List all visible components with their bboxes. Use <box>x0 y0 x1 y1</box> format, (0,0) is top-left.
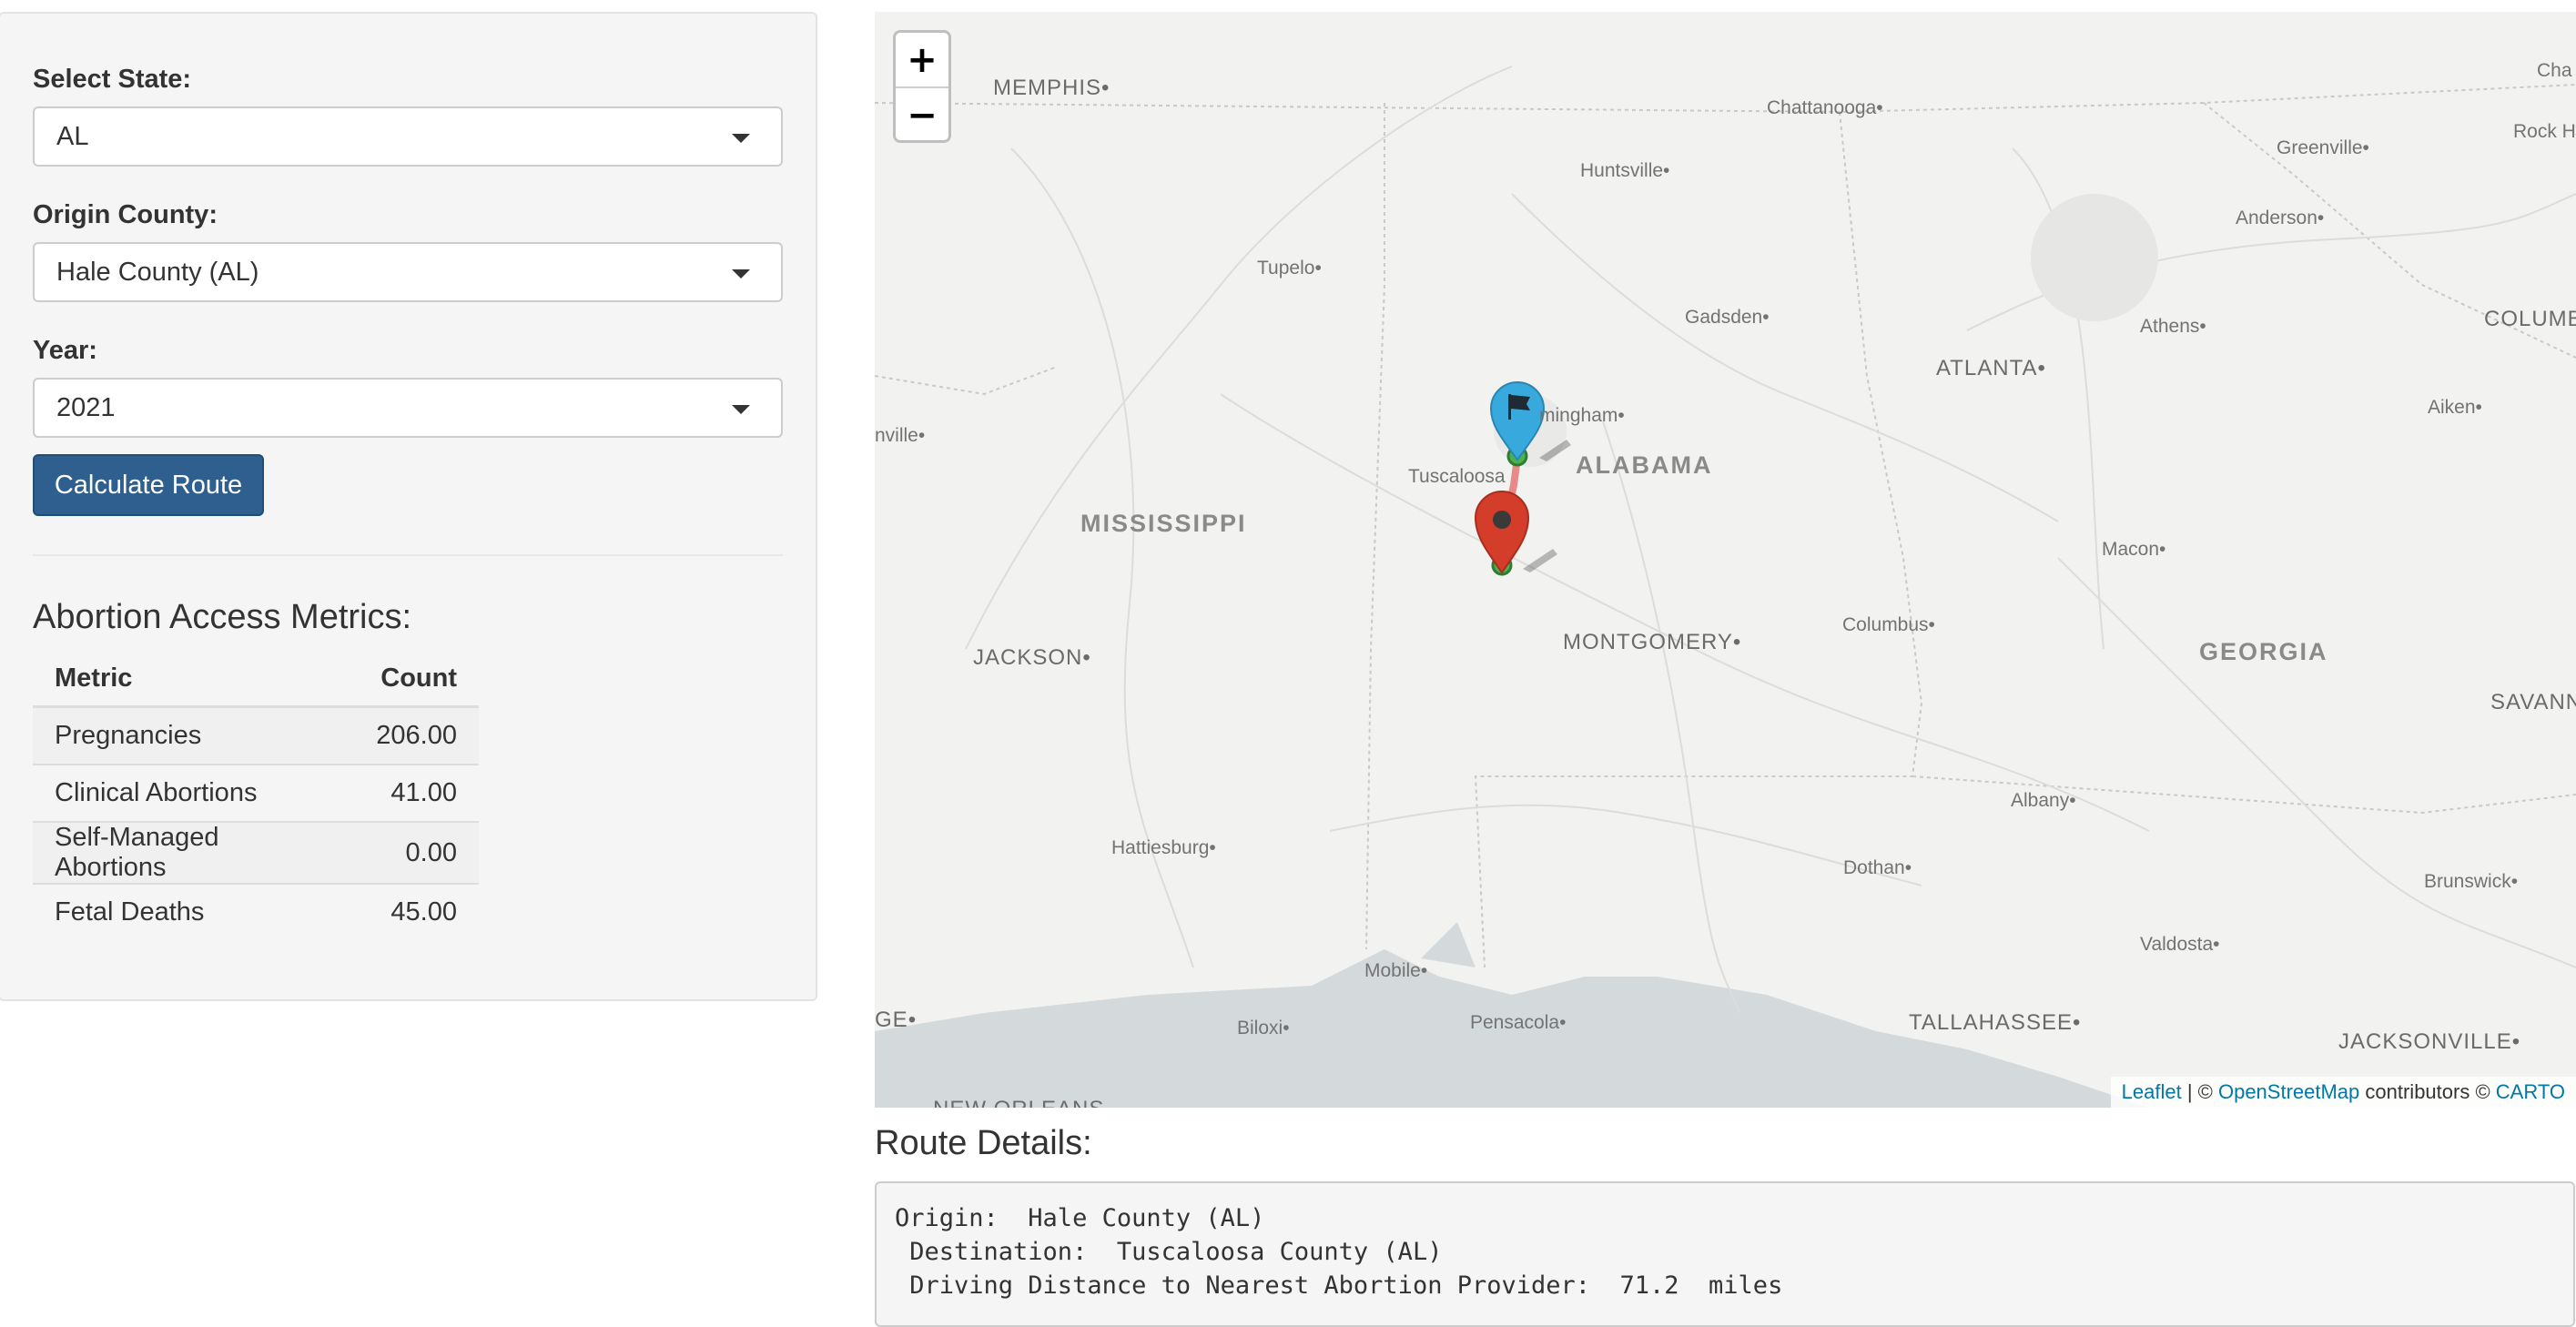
leaflet-link[interactable]: Leaflet <box>2122 1080 2182 1104</box>
metric-name: Self-Managed Abortions <box>33 821 355 884</box>
chevron-down-icon <box>732 269 750 279</box>
map-label-alabama: ALABAMA <box>1576 451 1713 479</box>
map-label-charlotte: Cha <box>2537 60 2572 81</box>
map-label-brunswick: Brunswick <box>2424 871 2518 893</box>
chevron-down-icon <box>732 405 750 414</box>
map-label-aiken: Aiken <box>2428 397 2482 419</box>
metric-count: 45.00 <box>354 883 479 940</box>
map-label-huntsville: Huntsville <box>1580 160 1669 182</box>
metrics-title: Abortion Access Metrics: <box>33 598 412 636</box>
map-label-greenville: Greenville <box>2277 137 2369 159</box>
map-label-macon: Macon <box>2102 539 2165 561</box>
metrics-header-metric: Metric <box>33 651 355 708</box>
route-destination-line: Destination: Tuscaloosa County (AL) <box>895 1238 1443 1266</box>
attribution-sep: | © <box>2181 1080 2218 1103</box>
year-select[interactable]: 2021 <box>33 378 783 438</box>
map-label-tupelo: Tupelo <box>1257 258 1322 279</box>
map-label-rock-hill: Rock H <box>2513 121 2576 142</box>
table-row: Pregnancies 206.00 <box>33 705 479 765</box>
map-label-tallahassee: TALLAHASSEE <box>1909 1010 2081 1036</box>
mobile-bay <box>1421 922 1476 967</box>
map-label-chattanooga: Chattanooga <box>1767 97 1883 119</box>
zoom-control: + − <box>893 30 951 143</box>
state-label: Select State: <box>33 65 192 94</box>
map-label-biloxi: Biloxi <box>1237 1018 1290 1039</box>
map-label-montgomery: MONTGOMERY <box>1563 630 1741 655</box>
county-select[interactable]: Hale County (AL) <box>33 242 783 302</box>
metrics-table: Metric Count Pregnancies 206.00 Clinical… <box>33 651 479 940</box>
metric-name: Pregnancies <box>33 705 355 765</box>
map-label-birmingham: mingham <box>1539 405 1625 427</box>
table-row: Fetal Deaths 45.00 <box>33 883 479 940</box>
map-label-gadsden: Gadsden <box>1685 307 1770 329</box>
metric-count: 41.00 <box>354 764 479 822</box>
zoom-in-button[interactable]: + <box>896 33 948 88</box>
map-tiles <box>875 66 2576 1108</box>
atlanta-area <box>2031 194 2158 321</box>
metric-count: 0.00 <box>354 821 479 884</box>
map-label-columbus: Columbus <box>1842 614 1935 636</box>
map-label-jacksonville: JACKSONVILLE <box>2338 1029 2520 1055</box>
carto-link[interactable]: CARTO <box>2496 1080 2565 1104</box>
map-label-valdosta: Valdosta <box>2140 934 2220 956</box>
map-label-nville: nville <box>875 425 925 447</box>
map-label-hattiesburg: Hattiesburg <box>1111 837 1216 859</box>
chevron-down-icon <box>732 134 750 143</box>
map-label-savannah: SAVANNAH <box>2490 690 2576 714</box>
route-details-output: Origin: Hale County (AL) Destination: Tu… <box>875 1181 2575 1327</box>
zoom-out-button[interactable]: − <box>896 88 948 142</box>
map-label-pensacola: Pensacola <box>1470 1012 1566 1034</box>
map-label-columbia: COLUMB <box>2484 307 2576 331</box>
map-label-albany: Albany <box>2011 790 2076 812</box>
year-label: Year: <box>33 336 97 365</box>
county-label: Origin County: <box>33 200 218 229</box>
map-label-tuscaloosa: Tuscaloosa <box>1408 466 1506 487</box>
table-row: Clinical Abortions 41.00 <box>33 764 479 822</box>
metric-count: 206.00 <box>354 705 479 765</box>
map-label-ge: GE <box>875 1008 917 1033</box>
county-select-value: Hale County (AL) <box>56 258 259 287</box>
map-label-jackson: JACKSON <box>973 645 1091 671</box>
sidebar-panel: Select State: AL Origin County: Hale Cou… <box>0 12 817 1001</box>
map-label-anderson: Anderson <box>2236 208 2324 229</box>
attribution-contrib: contributors © <box>2359 1080 2496 1103</box>
dot-icon <box>1493 511 1511 529</box>
map-label-dothan: Dothan <box>1843 857 1912 879</box>
map-label-atlanta: ATLANTA <box>1936 356 2046 381</box>
route-details-title: Route Details: <box>875 1124 1092 1162</box>
map-label-georgia: GEORGIA <box>2199 638 2328 665</box>
metric-name: Fetal Deaths <box>33 883 355 940</box>
state-select[interactable]: AL <box>33 106 783 167</box>
map-label-new-orleans: NEW ORLEANS <box>933 1097 1104 1108</box>
route-map[interactable]: MEMPHIS Chattanooga Huntsville Tupelo Ga… <box>875 12 2576 1108</box>
table-row: Self-Managed Abortions 0.00 <box>33 821 479 884</box>
map-label-athens: Athens <box>2140 316 2206 338</box>
map-attribution: Leaflet | © OpenStreetMap contributors ©… <box>2110 1077 2576 1108</box>
map-label-memphis: MEMPHIS <box>993 76 1110 101</box>
roads <box>965 66 2576 1014</box>
divider <box>33 554 783 556</box>
metrics-header-count: Count <box>354 651 479 708</box>
osm-link[interactable]: OpenStreetMap <box>2218 1080 2359 1104</box>
route-distance-line: Driving Distance to Nearest Abortion Pro… <box>895 1271 1783 1300</box>
state-select-value: AL <box>56 122 89 151</box>
calculate-route-button[interactable]: Calculate Route <box>33 454 264 516</box>
map-label-mississippi: MISSISSIPPI <box>1080 510 1247 537</box>
metric-name: Clinical Abortions <box>33 764 355 822</box>
year-select-value: 2021 <box>56 393 116 422</box>
map-label-mobile: Mobile <box>1364 960 1427 982</box>
route-origin-line: Origin: Hale County (AL) <box>895 1204 1265 1232</box>
